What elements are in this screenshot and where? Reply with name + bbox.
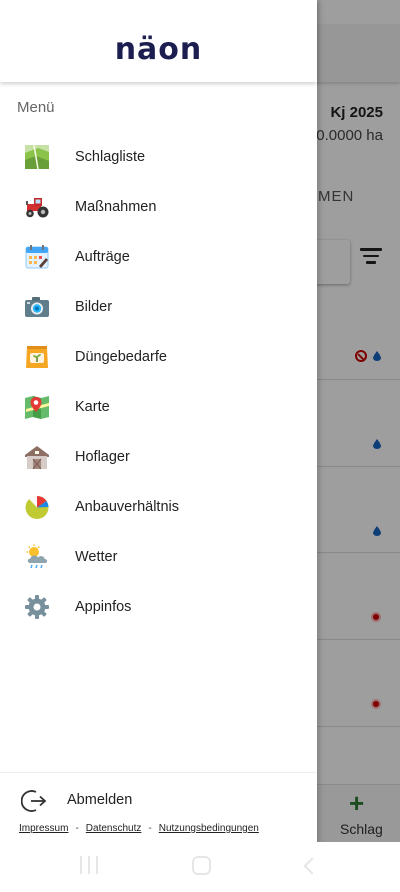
nutzungsbedingungen-link[interactable]: Nutzungsbedingungen	[159, 823, 259, 834]
fertilizer-bag-icon	[26, 346, 48, 368]
menu-item-appinfos[interactable]: Appinfos	[0, 582, 317, 632]
menu-item-karte[interactable]: Karte	[0, 382, 317, 432]
menu-item-label: Schlagliste	[75, 149, 146, 165]
menu-item-massnahmen[interactable]: Maßnahmen	[0, 182, 317, 232]
calendar-icon	[25, 245, 49, 269]
datenschutz-link[interactable]: Datenschutz	[86, 823, 142, 834]
camera-icon	[25, 297, 49, 317]
footer-links: Impressum - Datenschutz - Nutzungsbedingunge…	[19, 823, 259, 834]
home-icon[interactable]	[192, 856, 211, 875]
back-icon[interactable]	[303, 857, 321, 875]
menu-item-label: Maßnahmen	[75, 199, 157, 215]
menu-item-label: Düngebedarfe	[75, 349, 167, 365]
menu-item-label: Appinfos	[75, 599, 132, 615]
tractor-icon	[26, 198, 49, 218]
logout-button[interactable]: Abmelden	[0, 773, 317, 817]
menu-item-hoflager[interactable]: Hoflager	[0, 432, 317, 482]
menu-title: Menü	[17, 99, 55, 116]
weather-icon	[26, 544, 48, 569]
menu-item-bilder[interactable]: Bilder	[0, 282, 317, 332]
menu-item-label: Hoflager	[75, 449, 130, 465]
navigation-drawer: näon Menü Schlagliste Maßnahmen Aufträge…	[0, 0, 317, 892]
naeon-logo: näon	[114, 32, 203, 67]
menu-item-schlagliste[interactable]: Schlagliste	[0, 132, 317, 182]
menu-item-wetter[interactable]: Wetter	[0, 532, 317, 582]
menu-item-label: Karte	[75, 399, 110, 415]
menu-item-label: Anbauverhältnis	[75, 499, 179, 515]
drawer-header: näon	[0, 0, 317, 82]
map-pin-icon	[25, 396, 49, 419]
drawer-footer: Abmelden Impressum - Datenschutz - Nutzungsb…	[0, 772, 317, 842]
logout-label: Abmelden	[67, 792, 133, 808]
gear-icon	[25, 595, 49, 619]
impressum-link[interactable]: Impressum	[19, 823, 68, 834]
link-separator: -	[75, 823, 79, 834]
menu-item-duengebedarfe[interactable]: Düngebedarfe	[0, 332, 317, 382]
menu-item-auftraege[interactable]: Aufträge	[0, 232, 317, 282]
pie-chart-icon	[25, 495, 49, 519]
recent-apps-icon[interactable]	[80, 856, 98, 874]
link-separator: -	[148, 823, 152, 834]
menu-item-label: Wetter	[75, 549, 118, 565]
barn-icon	[25, 446, 49, 470]
system-navigation-bar	[0, 842, 400, 892]
logout-icon	[21, 790, 47, 812]
menu-item-anbauverhaeltnis[interactable]: Anbauverhältnis	[0, 482, 317, 532]
menu-item-label: Aufträge	[75, 249, 130, 265]
field-map-icon	[25, 144, 49, 170]
menu-item-label: Bilder	[75, 299, 113, 315]
